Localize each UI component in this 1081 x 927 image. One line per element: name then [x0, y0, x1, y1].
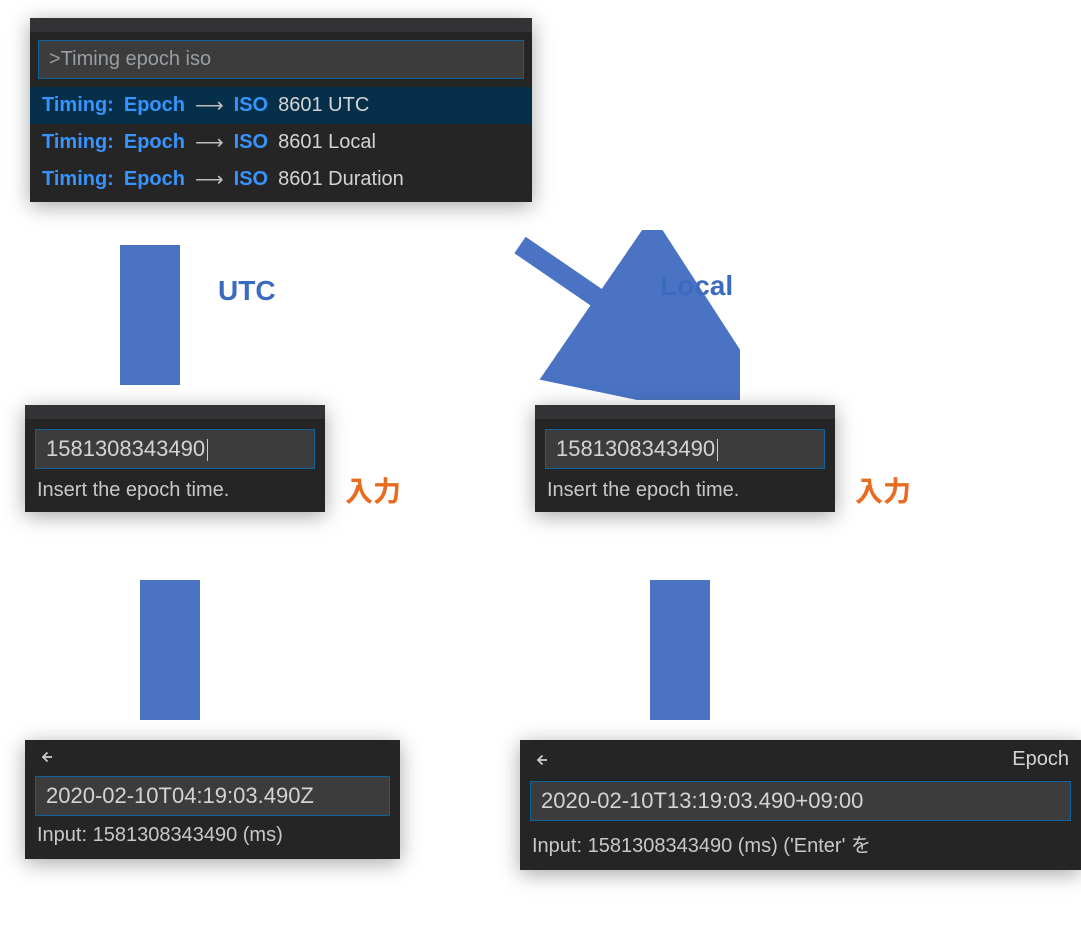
- utc-result-output[interactable]: 2020-02-10T04:19:03.490Z: [35, 776, 390, 816]
- utc-epoch-value: 1581308343490: [46, 436, 205, 461]
- utc-result-value: 2020-02-10T04:19:03.490Z: [46, 783, 314, 808]
- command-results: Timing: Epoch ⟶ ISO 8601 UTC Timing: Epo…: [30, 87, 532, 202]
- command-option-utc[interactable]: Timing: Epoch ⟶ ISO 8601 UTC: [30, 87, 532, 124]
- local-result-meta: Input: 1581308343490 (ms) ('Enter' を: [520, 829, 1081, 870]
- command-search-input[interactable]: >Timing epoch iso: [38, 40, 524, 79]
- utc-input-panel: 1581308343490 Insert the epoch time.: [25, 405, 325, 512]
- arrow-local-result: [650, 580, 710, 720]
- utc-result-header: [25, 740, 400, 770]
- utc-input-label: 入力: [345, 470, 401, 510]
- local-result-panel: Epoch 2020-02-10T13:19:03.490+09:00 Inpu…: [520, 740, 1081, 870]
- utc-input-hint: Insert the epoch time.: [25, 479, 325, 512]
- local-result-header: Epoch: [520, 740, 1081, 775]
- back-arrow-icon[interactable]: [37, 748, 55, 766]
- back-arrow-icon[interactable]: [532, 751, 550, 769]
- command-option-local[interactable]: Timing: Epoch ⟶ ISO 8601 Local: [30, 124, 532, 161]
- arrow-label-utc: UTC: [218, 275, 276, 307]
- local-result-value: 2020-02-10T13:19:03.490+09:00: [541, 788, 863, 813]
- arrow-label-local: Local: [660, 270, 733, 302]
- local-input-label: 入力: [855, 470, 911, 510]
- text-caret-icon: [207, 439, 208, 461]
- utc-result-panel: 2020-02-10T04:19:03.490Z Input: 15813083…: [25, 740, 400, 859]
- local-input-titlebar: [535, 405, 835, 419]
- text-caret-icon: [717, 439, 718, 461]
- command-palette: >Timing epoch iso Timing: Epoch ⟶ ISO 86…: [30, 18, 532, 202]
- arrow-to-local: [500, 230, 740, 400]
- utc-epoch-input[interactable]: 1581308343490: [35, 429, 315, 469]
- local-result-title: Epoch: [1012, 748, 1069, 771]
- utc-input-titlebar: [25, 405, 325, 419]
- local-result-output[interactable]: 2020-02-10T13:19:03.490+09:00: [530, 781, 1071, 821]
- command-search-value: >Timing epoch iso: [49, 48, 211, 70]
- arrow-to-utc: [120, 245, 180, 385]
- local-input-hint: Insert the epoch time.: [535, 479, 835, 512]
- command-option-duration[interactable]: Timing: Epoch ⟶ ISO 8601 Duration: [30, 161, 532, 198]
- local-epoch-input[interactable]: 1581308343490: [545, 429, 825, 469]
- palette-titlebar: [30, 18, 532, 32]
- local-input-panel: 1581308343490 Insert the epoch time.: [535, 405, 835, 512]
- diagram-root: { "colors":{"accent":"#3b6bbf","orange":…: [0, 0, 1081, 927]
- local-epoch-value: 1581308343490: [556, 436, 715, 461]
- arrow-utc-result: [140, 580, 200, 720]
- utc-result-meta: Input: 1581308343490 (ms): [25, 824, 400, 859]
